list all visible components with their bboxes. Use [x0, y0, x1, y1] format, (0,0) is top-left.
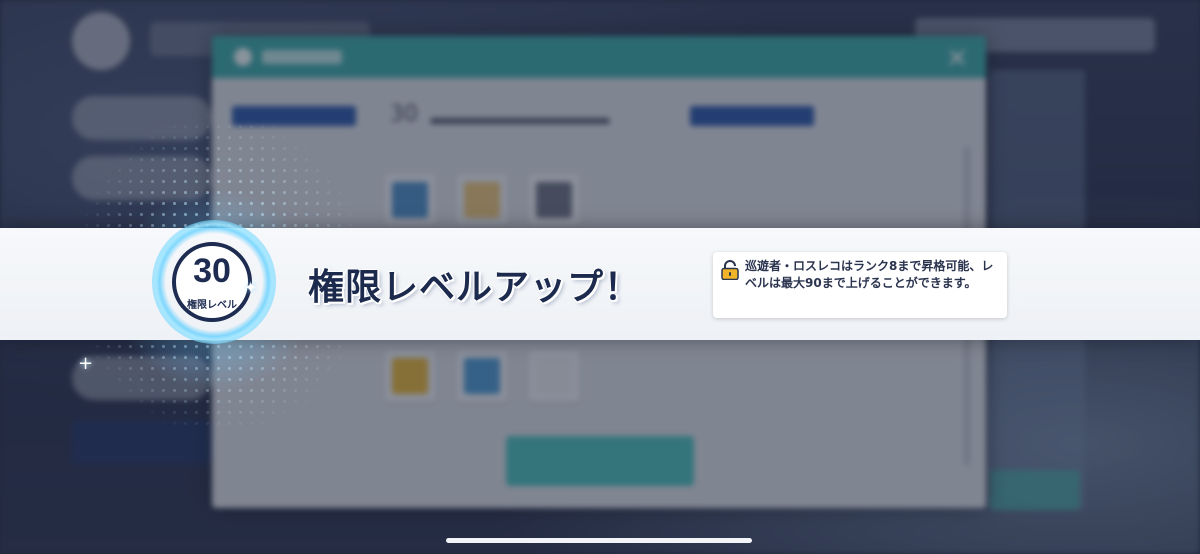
level-number: 30: [193, 252, 231, 290]
unlock-padlock-icon: [721, 260, 739, 280]
level-up-title: 権限レベルアップ！: [308, 267, 642, 308]
unlock-info-box: 巡遊者・ロスレコはランク8まで昇格可能、レベルは最大90まで上げることができます…: [713, 252, 1007, 318]
level-label: 権限レベル: [187, 300, 237, 311]
home-indicator[interactable]: [446, 538, 752, 543]
sparkle-icon: +: [78, 353, 94, 374]
unlock-info-text: 巡遊者・ロスレコはランク8まで昇格可能、レベルは最大90まで上げることができます…: [745, 259, 994, 290]
sparkle-icon: ✦: [244, 278, 258, 297]
level-badge: 30 権限レベル: [172, 242, 252, 322]
